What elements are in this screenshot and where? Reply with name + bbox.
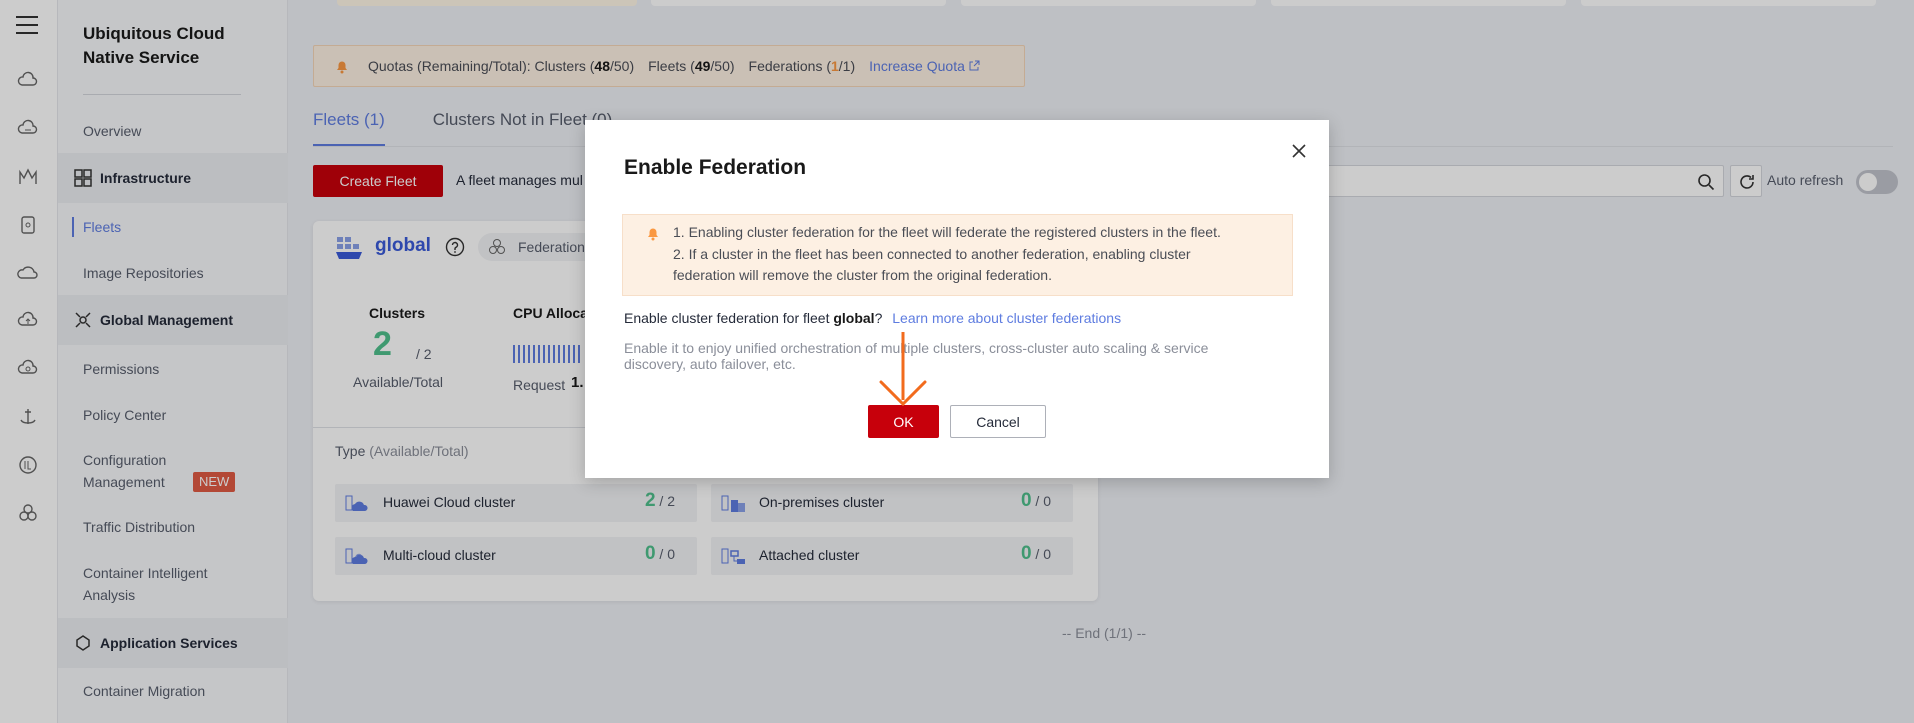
alert-line: 2. If a cluster in the fleet has been co…: [673, 246, 1191, 262]
question-fleet-name: global: [833, 310, 875, 326]
alert-line: 1. Enabling cluster federation for the f…: [673, 224, 1221, 240]
alert-line: federation will remove the cluster from …: [673, 267, 1052, 283]
bell-icon: [648, 228, 658, 241]
learn-more-link[interactable]: Learn more about cluster federations: [892, 310, 1121, 326]
dialog-hint: Enable it to enjoy unified orchestration…: [624, 340, 1209, 372]
enable-federation-dialog: Enable Federation 1. Enabling cluster fe…: [585, 120, 1329, 478]
question-suffix: ?: [874, 310, 883, 326]
close-icon[interactable]: [1290, 142, 1308, 160]
cancel-button[interactable]: Cancel: [950, 405, 1046, 438]
annotation-arrow-icon: [879, 332, 927, 407]
question-prefix: Enable cluster federation for fleet: [624, 310, 834, 326]
dialog-question: Enable cluster federation for fleet glob…: [624, 310, 1121, 326]
dialog-warning-alert: 1. Enabling cluster federation for the f…: [622, 214, 1293, 296]
dialog-title: Enable Federation: [624, 156, 807, 179]
